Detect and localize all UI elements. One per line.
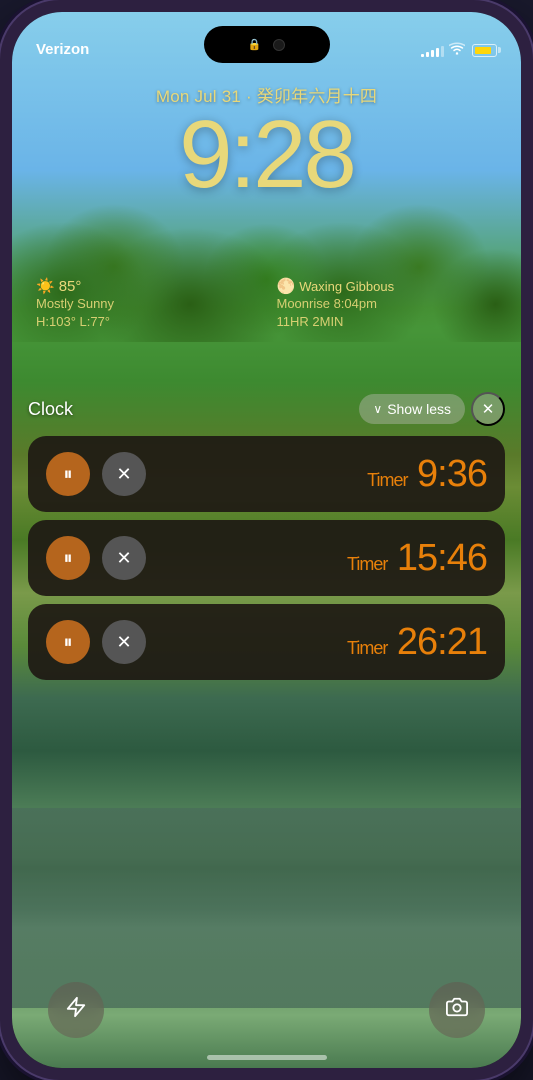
flashlight-button[interactable] [48, 982, 104, 1038]
phone-shell: 🔒 Verizon [0, 0, 533, 1080]
weather-area: ☀️ 85° Mostly Sunny H:103° L:77° 🌕 Waxin… [36, 277, 497, 331]
timer-1-value: Timer 9:36 [367, 453, 487, 495]
timer-2-cancel-button[interactable]: ✕ [102, 536, 146, 580]
lockscreen-content: Mon Jul 31 · 癸卯年六月十四 9:28 ☀️ 85° Mostly … [12, 12, 521, 1068]
date-time-area: Mon Jul 31 · 癸卯年六月十四 9:28 [12, 82, 521, 203]
weather-left: ☀️ 85° Mostly Sunny H:103° L:77° [36, 277, 257, 331]
app-name-label: Clock [28, 399, 73, 420]
battery-fill [475, 47, 491, 54]
show-less-label: Show less [387, 401, 451, 417]
notification-controls: ∨ Show less ✕ [359, 392, 505, 426]
moon-temp: 🌕 Waxing Gibbous [277, 277, 498, 295]
weather-description: Mostly Sunny [36, 295, 257, 313]
timer-2-pause-button[interactable]: ⏸ [46, 536, 90, 580]
moonrise-label: Moonrise 8:04pm [277, 295, 498, 313]
timer-3-cancel-button[interactable]: ✕ [102, 620, 146, 664]
battery-icon [472, 44, 497, 57]
weather-right: 🌕 Waxing Gibbous Moonrise 8:04pm 11HR 2M… [277, 277, 498, 331]
wifi-icon [449, 42, 465, 58]
signal-bar-5 [441, 46, 444, 57]
camera-button[interactable] [429, 982, 485, 1038]
timer-3-value: Timer 26:21 [347, 621, 487, 663]
show-less-button[interactable]: ∨ Show less [359, 394, 465, 424]
timer-2-display: Timer 15:46 [158, 537, 487, 580]
timer-3-pause-button[interactable]: ⏸ [46, 620, 90, 664]
signal-bar-1 [421, 54, 424, 57]
close-icon: ✕ [482, 400, 495, 418]
screen: 🔒 Verizon [12, 12, 521, 1068]
signal-bars [421, 44, 444, 57]
signal-bar-4 [436, 48, 439, 57]
timer-3-display: Timer 26:21 [158, 621, 487, 664]
close-notifications-button[interactable]: ✕ [471, 392, 505, 426]
flashlight-icon [65, 996, 87, 1024]
notification-header: Clock ∨ Show less ✕ [28, 392, 505, 426]
timer-card-3: ⏸ ✕ Timer 26:21 [28, 604, 505, 680]
timer-1-pause-button[interactable]: ⏸ [46, 452, 90, 496]
timer-2-value: Timer 15:46 [347, 537, 487, 579]
cancel-icon-1: ✕ [116, 464, 131, 485]
home-indicator[interactable] [207, 1055, 327, 1060]
pause-icon-3: ⏸ [64, 632, 73, 653]
timer-1-cancel-button[interactable]: ✕ [102, 452, 146, 496]
pause-icon-1: ⏸ [64, 464, 73, 485]
signal-bar-3 [431, 50, 434, 57]
weather-high-low: H:103° L:77° [36, 313, 257, 331]
weather-temp: ☀️ 85° [36, 277, 257, 295]
camera-icon [446, 996, 468, 1024]
cancel-icon-3: ✕ [116, 632, 131, 653]
pause-icon-2: ⏸ [64, 548, 73, 569]
notifications-area: Clock ∨ Show less ✕ ⏸ [28, 392, 505, 688]
signal-bar-2 [426, 52, 429, 57]
moon-duration: 11HR 2MIN [277, 313, 498, 331]
cancel-icon-2: ✕ [116, 548, 131, 569]
time-display: 9:28 [12, 107, 521, 203]
moon-icon: 🌕 [277, 277, 296, 295]
dynamic-island: 🔒 [204, 26, 330, 63]
timer-1-display: Timer 9:36 [158, 453, 487, 496]
timer-card-2: ⏸ ✕ Timer 15:46 [28, 520, 505, 596]
timer-card-1: ⏸ ✕ Timer 9:36 [28, 436, 505, 512]
lock-icon: 🔒 [248, 38, 262, 51]
bottom-controls [12, 982, 521, 1038]
status-icons [421, 42, 497, 58]
camera-dot [273, 39, 285, 51]
chevron-down-icon: ∨ [373, 402, 382, 416]
sun-icon: ☀️ [36, 277, 55, 295]
